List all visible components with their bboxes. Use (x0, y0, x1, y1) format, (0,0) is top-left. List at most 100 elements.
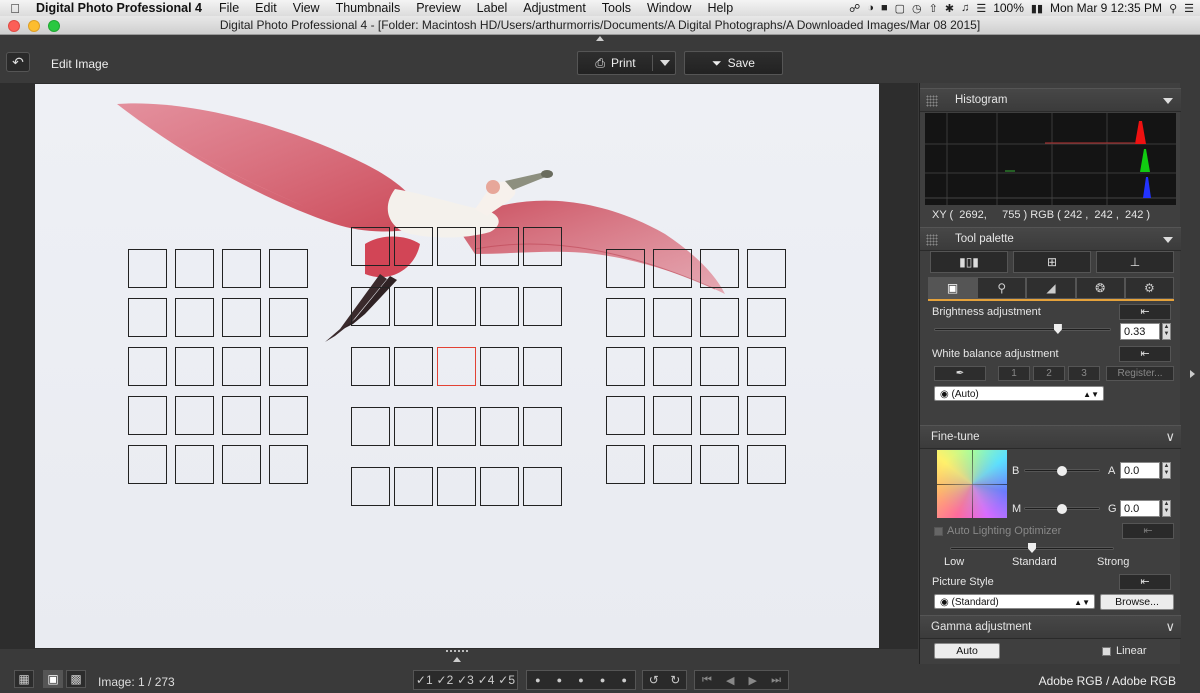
af-point[interactable] (437, 407, 476, 446)
menu-label[interactable]: Label (469, 1, 516, 15)
sync-icon[interactable]: ◑ (867, 2, 874, 14)
af-point[interactable] (523, 407, 562, 446)
af-point[interactable] (606, 347, 645, 386)
af-point[interactable] (128, 445, 167, 484)
af-point[interactable] (222, 396, 261, 435)
star-4-button[interactable]: ● (600, 675, 605, 685)
menu-preview[interactable]: Preview (408, 1, 468, 15)
rating-1-button[interactable]: ✓1 (416, 673, 433, 687)
minimize-window-button[interactable] (28, 20, 40, 32)
af-point[interactable] (523, 287, 562, 326)
af-point[interactable] (269, 249, 308, 288)
collapse-icon[interactable] (1163, 98, 1173, 104)
af-point[interactable] (175, 347, 214, 386)
af-point[interactable] (394, 347, 433, 386)
af-point[interactable] (128, 347, 167, 386)
menu-adjustment[interactable]: Adjustment (515, 1, 594, 15)
tab-color[interactable]: ❂ (1075, 277, 1125, 299)
af-point[interactable] (747, 249, 786, 288)
af-point[interactable] (351, 347, 390, 386)
af-point[interactable] (394, 467, 433, 506)
double-chevron-icon[interactable]: ∨ (1165, 429, 1175, 445)
double-chevron-icon[interactable]: ∨ (1165, 619, 1175, 635)
apple-menu-icon[interactable]:  (0, 1, 30, 16)
tab-settings[interactable]: ⚙ (1124, 277, 1175, 299)
wb-preset-3[interactable]: 3 (1068, 366, 1100, 381)
menu-view[interactable]: View (285, 1, 328, 15)
af-point[interactable] (480, 347, 519, 386)
af-point[interactable] (747, 445, 786, 484)
rating-5-button[interactable]: ✓5 (498, 673, 515, 687)
wb-preset-2[interactable]: 2 (1033, 366, 1065, 381)
af-point[interactable] (222, 298, 261, 337)
af-point[interactable] (269, 347, 308, 386)
single-view-button[interactable]: ▣ (43, 670, 63, 688)
af-point[interactable] (700, 445, 739, 484)
af-point[interactable] (222, 347, 261, 386)
af-point[interactable] (269, 445, 308, 484)
brightness-slider[interactable] (934, 328, 1111, 331)
af-point[interactable] (653, 347, 692, 386)
brightness-stepper[interactable]: ▲ ▼ (1162, 323, 1171, 340)
af-point[interactable] (437, 227, 476, 266)
image-viewer[interactable] (0, 83, 918, 649)
af-point[interactable] (394, 227, 433, 266)
af-point[interactable] (437, 287, 476, 326)
af-point[interactable] (653, 445, 692, 484)
af-point[interactable] (653, 249, 692, 288)
crop-tool-button[interactable]: ⊞ (1013, 251, 1091, 273)
ba-value[interactable]: 0.0 (1120, 462, 1160, 479)
af-point[interactable] (480, 287, 519, 326)
time-machine-icon[interactable]: ◷ (912, 2, 922, 15)
app-menu[interactable]: Digital Photo Professional 4 (30, 1, 211, 15)
first-image-icon[interactable]: ⏮ (702, 674, 712, 687)
collapse-toolbar-icon[interactable] (596, 36, 604, 41)
picture-style-select[interactable]: ◉ (Standard) ▲▼ (934, 594, 1095, 609)
mg-stepper[interactable]: ▲ ▼ (1162, 500, 1171, 517)
af-point[interactable] (523, 227, 562, 266)
star-1-button[interactable]: ● (535, 675, 540, 685)
browse-button[interactable]: Browse... (1100, 594, 1174, 610)
af-point[interactable] (351, 227, 390, 266)
ba-slider-knob[interactable] (1057, 466, 1067, 476)
menu-edit[interactable]: Edit (247, 1, 285, 15)
search-icon[interactable]: ⚲ (1169, 2, 1177, 15)
back-button[interactable]: ↶ (6, 52, 30, 72)
af-point[interactable] (747, 298, 786, 337)
menu-thumbnails[interactable]: Thumbnails (328, 1, 409, 15)
af-point[interactable] (394, 407, 433, 446)
af-point[interactable] (128, 396, 167, 435)
clock[interactable]: Mon Mar 9 12:35 PM (1050, 1, 1162, 15)
stamp-tool-button[interactable]: ⊥ (1096, 251, 1174, 273)
previous-image-icon[interactable]: ◀ (726, 674, 734, 687)
af-point[interactable] (523, 347, 562, 386)
af-point[interactable] (175, 298, 214, 337)
rotate-left-icon[interactable]: ↺ (649, 673, 659, 687)
af-point[interactable] (480, 227, 519, 266)
gamma-auto-button[interactable]: Auto (934, 643, 1000, 659)
af-point[interactable] (653, 298, 692, 337)
rating-2-button[interactable]: ✓2 (437, 673, 454, 687)
close-window-button[interactable] (8, 20, 20, 32)
af-point[interactable] (128, 298, 167, 337)
af-point[interactable] (700, 396, 739, 435)
evernote-icon[interactable]: ■ (881, 2, 888, 14)
af-point[interactable] (700, 249, 739, 288)
rotate-right-icon[interactable]: ↻ (670, 673, 680, 687)
af-point[interactable] (700, 347, 739, 386)
af-point[interactable] (394, 287, 433, 326)
print-dropdown-icon[interactable] (660, 60, 670, 66)
af-point[interactable] (222, 249, 261, 288)
brightness-reset-button[interactable]: ⇤ (1119, 304, 1171, 320)
filmstrip-grip[interactable] (446, 650, 468, 654)
clipboard-icon[interactable]: ▢ (895, 2, 905, 15)
levels-tool-button[interactable]: ▮▯▮ (930, 251, 1008, 273)
drag-grip-icon[interactable] (926, 95, 938, 107)
af-point[interactable] (606, 396, 645, 435)
picture-style-reset-button[interactable]: ⇤ (1119, 574, 1171, 590)
color-adjust-grid[interactable] (937, 450, 1007, 518)
wifi-icon[interactable]: ☰ (976, 2, 986, 15)
af-point[interactable] (351, 287, 390, 326)
af-point[interactable] (269, 396, 308, 435)
af-point[interactable] (222, 445, 261, 484)
